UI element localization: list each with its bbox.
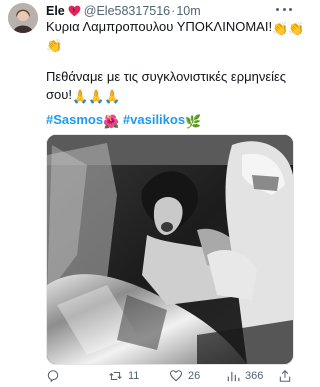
separator-dot: ·	[171, 4, 176, 18]
views-icon	[227, 371, 240, 382]
tweet-text-line-1: Κυρια Λαμπροπουλου ΥΠΟΚΛΙΝΟΜΑΙ!👏👏	[46, 18, 304, 37]
author-handle[interactable]: @Ele58317516	[84, 4, 170, 18]
clap-emoji: 👏	[288, 21, 305, 36]
tweet-time[interactable]: 10m	[176, 4, 200, 18]
hashtag-vasilikos[interactable]: #vasilikos	[123, 112, 185, 127]
rose-emoji: 🌺	[103, 114, 120, 129]
reply-button[interactable]	[46, 369, 60, 383]
tweet-text: Κυρια Λαμπροπουλου ΥΠΟΚΛΙΝΟΜΑΙ!	[46, 19, 273, 34]
retweet-icon	[109, 371, 122, 381]
pray-emoji: 🙏	[104, 89, 121, 104]
hashtags: #Sasmos🌺 #vasilikos🌿	[46, 111, 201, 130]
tweet-text-line-4: σου!🙏🙏🙏	[46, 86, 121, 105]
like-button[interactable]: 26	[169, 369, 200, 383]
herb-emoji: 🌿	[185, 114, 202, 129]
retweet-button[interactable]: 11	[108, 369, 139, 383]
pray-emoji: 🙏	[88, 89, 105, 104]
retweet-count: 11	[128, 370, 140, 382]
photo-image	[47, 135, 293, 364]
avatar[interactable]	[8, 3, 38, 33]
tweet-text-line-2: 👏	[46, 35, 62, 54]
reply-icon	[47, 370, 59, 383]
like-icon	[169, 370, 183, 382]
share-icon	[279, 370, 291, 382]
author-name[interactable]: Ele	[46, 4, 65, 18]
tweet-text: σου!	[46, 87, 72, 102]
clap-emoji: 👏	[46, 38, 63, 53]
tweet-photo[interactable]	[46, 134, 294, 365]
tweet-actions: 11 26 366	[46, 369, 292, 383]
share-button[interactable]	[278, 369, 292, 383]
hashtag-sasmos[interactable]: #Sasmos	[46, 112, 103, 127]
heart-icon	[68, 5, 81, 17]
clap-emoji: 👏	[272, 21, 289, 36]
views-button[interactable]: 366	[226, 369, 263, 383]
like-count: 26	[188, 370, 201, 382]
tweet[interactable]: Ele @Ele58317516 · 10m Κυρια Λαμπροπουλο…	[0, 0, 304, 387]
pray-emoji: 🙏	[71, 89, 89, 104]
views-count: 366	[245, 370, 264, 382]
tweet-text-line-3: Πεθάναμε με τις συγκλονιστικές ερμηνείες	[46, 69, 287, 84]
more-icon[interactable]	[276, 5, 292, 13]
